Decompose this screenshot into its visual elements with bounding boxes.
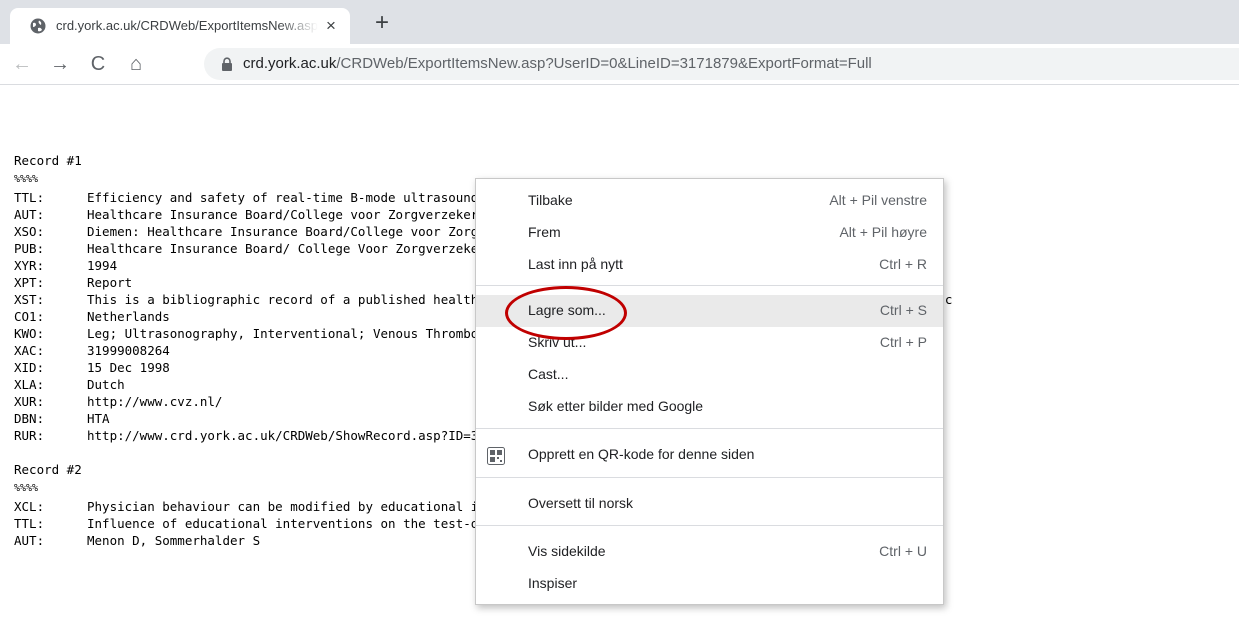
menu-item-label: Vis sidekilde: [528, 543, 606, 559]
menu-item-back[interactable]: Tilbake Alt + Pil venstre: [476, 185, 943, 217]
active-tab[interactable]: crd.york.ac.uk/CRDWeb/ExportItemsNew.asp…: [10, 8, 350, 44]
menu-item-label: Oversett til norsk: [528, 495, 634, 511]
field-value: 15 Dec 1998: [87, 360, 170, 375]
field-tag: XUR:: [14, 394, 45, 409]
field-tag: XPT:: [14, 275, 45, 290]
menu-item-save-as[interactable]: Lagre som... Ctrl + S: [476, 295, 943, 327]
address-bar[interactable]: crd.york.ac.uk/CRDWeb/ExportItemsNew.asp…: [204, 48, 1239, 80]
field-tag: RUR:: [14, 428, 45, 443]
field-tag: XCL:: [14, 499, 45, 514]
field-value: Dutch: [87, 377, 125, 392]
browser-toolbar: ← → C ⌂ crd.york.ac.uk/CRDWeb/ExportItem…: [0, 44, 1239, 84]
field-value: Menon D, Sommerhalder S: [87, 533, 261, 548]
field-value: http://www.cvz.nl/: [87, 394, 223, 409]
close-tab-icon[interactable]: ×: [320, 15, 342, 37]
menu-item-label: Frem: [528, 224, 561, 240]
menu-item-translate[interactable]: Oversett til norsk: [476, 488, 943, 520]
field-tag: KWO:: [14, 326, 45, 341]
menu-item-label: Cast...: [528, 366, 569, 382]
menu-item-shortcut: Ctrl + R: [879, 256, 927, 272]
field-value: 1994: [87, 258, 118, 273]
menu-item-reload[interactable]: Last inn på nytt Ctrl + R: [476, 249, 943, 281]
menu-item-label: Opprett en QR-kode for denne siden: [528, 446, 755, 462]
field-tag: CO1:: [14, 309, 45, 324]
back-button[interactable]: ←: [6, 48, 38, 80]
field-tag: TTL:: [14, 516, 45, 531]
lock-icon[interactable]: [220, 57, 234, 71]
context-menu: Tilbake Alt + Pil venstre Frem Alt + Pil h…: [475, 178, 944, 605]
menu-item-cast[interactable]: Cast...: [476, 359, 943, 391]
field-value: Netherlands: [87, 309, 170, 324]
menu-item-search-images-google[interactable]: Søk etter bilder med Google: [476, 391, 943, 423]
field-tag: XID:: [14, 360, 45, 375]
url-host: crd.york.ac.uk: [243, 55, 337, 72]
menu-separator: [476, 477, 943, 478]
menu-item-label: Tilbake: [528, 192, 573, 208]
menu-item-label: Skriv ut...: [528, 334, 587, 350]
qr-code-icon: [487, 447, 505, 465]
field-value: HTA: [87, 411, 110, 426]
field-tag: PUB:: [14, 241, 45, 256]
tab-strip: crd.york.ac.uk/CRDWeb/ExportItemsNew.asp…: [0, 0, 1239, 44]
menu-item-shortcut: Ctrl + U: [879, 543, 927, 559]
menu-item-label: Inspiser: [528, 575, 578, 591]
field-tag: TTL:: [14, 190, 45, 205]
field-tag: XLA:: [14, 377, 45, 392]
field-tag: XYR:: [14, 258, 45, 273]
forward-button[interactable]: →: [44, 48, 76, 80]
url-text[interactable]: crd.york.ac.uk/CRDWeb/ExportItemsNew.asp…: [243, 55, 872, 72]
record-header: Record #1: [14, 153, 82, 168]
field-value: Healthcare Insurance Board/ College Voor…: [87, 241, 524, 256]
menu-item-create-qr-code[interactable]: Opprett en QR-kode for denne siden: [476, 439, 943, 471]
menu-item-inspect[interactable]: Inspiser: [476, 568, 943, 600]
menu-item-label: Last inn på nytt: [528, 256, 623, 272]
field-value: 31999008264: [87, 343, 170, 358]
field-value: Healthcare Insurance Board/College voor …: [87, 207, 516, 222]
field-tag: DBN:: [14, 411, 45, 426]
menu-item-label: Søk etter bilder med Google: [528, 398, 704, 414]
menu-item-forward[interactable]: Frem Alt + Pil høyre: [476, 217, 943, 249]
record-header: Record #2: [14, 462, 82, 477]
menu-item-print[interactable]: Skriv ut... Ctrl + P: [476, 327, 943, 359]
record-marker: %%%%: [14, 174, 39, 185]
menu-separator: [476, 525, 943, 526]
record-marker: %%%%: [14, 483, 39, 494]
menu-item-label: Lagre som...: [528, 302, 606, 318]
url-path: /CRDWeb/ExportItemsNew.asp?UserID=0&Line…: [336, 55, 872, 72]
menu-item-view-source[interactable]: Vis sidekilde Ctrl + U: [476, 536, 943, 568]
menu-separator: [476, 285, 943, 286]
menu-item-shortcut: Ctrl + S: [879, 302, 927, 318]
field-tag: XST:: [14, 292, 45, 307]
field-tag: AUT:: [14, 533, 45, 548]
field-value: Report: [87, 275, 133, 290]
reload-button[interactable]: C: [82, 48, 114, 80]
field-tag: XSO:: [14, 224, 45, 239]
menu-item-shortcut: Alt + Pil høyre: [839, 224, 927, 240]
home-button[interactable]: ⌂: [120, 48, 152, 80]
menu-item-shortcut: Alt + Pil venstre: [829, 192, 927, 208]
menu-separator: [476, 428, 943, 429]
field-tag: AUT:: [14, 207, 45, 222]
new-tab-button[interactable]: +: [370, 11, 394, 36]
menu-item-shortcut: Ctrl + P: [879, 334, 927, 350]
tab-title: crd.york.ac.uk/CRDWeb/ExportItemsNew.asp: [56, 18, 318, 33]
globe-icon: [30, 18, 46, 34]
field-value: Leg; Ultrasonography, Interventional; Ve…: [87, 326, 501, 341]
field-tag: XAC:: [14, 343, 45, 358]
